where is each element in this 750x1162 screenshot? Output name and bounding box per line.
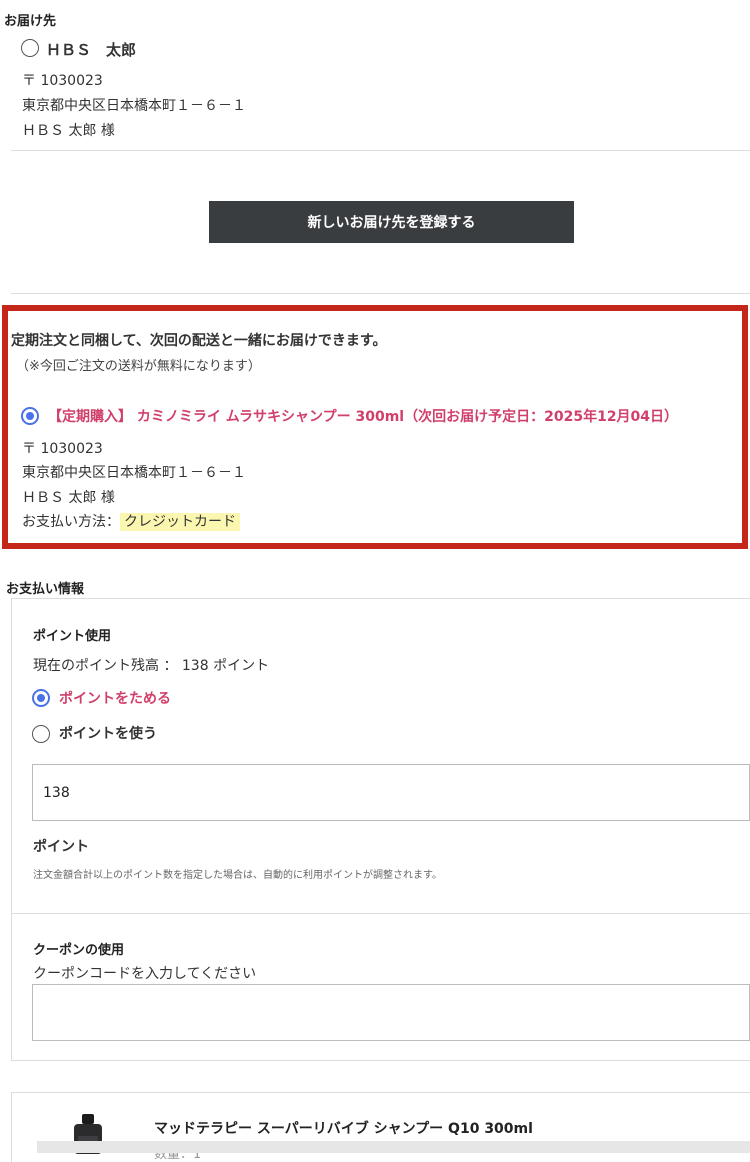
bottom-overlay-bar (37, 1141, 750, 1153)
divider (12, 913, 750, 914)
points-save-label[interactable]: ポイントをためる (59, 688, 171, 708)
delivery-section-title: お届け先 (4, 14, 57, 29)
points-use-label[interactable]: ポイントを使う (59, 723, 157, 743)
coupon-title: クーポンの使用 (33, 943, 125, 958)
payment-method-row: お支払い方法： クレジットカード (22, 511, 240, 531)
subscription-recipient: ＨＢＳ 太郎 様 (22, 490, 115, 506)
payment-section-title: お支払い情報 (6, 582, 85, 597)
points-unit-label: ポイント (33, 839, 89, 855)
coupon-prompt: クーポンコードを入力してください (33, 966, 257, 982)
divider (11, 150, 750, 151)
delivery-recipient: ＨＢＳ 太郎 様 (22, 123, 115, 139)
payment-method-value: クレジットカード (120, 513, 240, 531)
subscription-postal: 〒 1030023 (22, 441, 103, 457)
divider (11, 293, 750, 294)
subscription-address: 東京都中央区日本橋本町１－６－１ (22, 465, 246, 481)
subscription-option-label[interactable]: 【定期購入】 カミノミライ ムラサキシャンプー 300ml（次回お届け予定日：2… (48, 406, 678, 426)
register-address-button[interactable]: 新しいお届け先を登録する (209, 201, 574, 243)
delivery-name: ＨＢＳ 太郎 (46, 41, 137, 59)
points-save-radio[interactable] (32, 689, 50, 707)
delivery-address: 東京都中央区日本橋本町１－６－１ (22, 98, 246, 114)
delivery-postal: 〒 1030023 (22, 73, 103, 89)
subscription-note: （※今回ご注文の送料が無料になります） (16, 359, 261, 374)
coupon-input[interactable] (32, 984, 750, 1041)
points-input[interactable] (32, 764, 750, 821)
product-name: マッドテラピー スーパーリバイブ シャンプー Q10 300ml (154, 1121, 533, 1137)
payment-method-label: お支払い方法： (22, 514, 120, 530)
points-balance: 現在のポイント残高 ： 138 ポイント (33, 658, 270, 674)
points-use-radio[interactable] (32, 725, 50, 743)
subscription-radio[interactable] (21, 407, 39, 425)
subscription-title: 定期注文と同梱して、次回の配送と一緒にお届けできます。 (11, 333, 387, 349)
delivery-address-radio[interactable] (21, 39, 39, 57)
points-note: 注文金額合計以上のポイント数を指定した場合は、自動的に利用ポイントが調整されます… (33, 870, 442, 881)
points-title: ポイント使用 (33, 629, 112, 644)
